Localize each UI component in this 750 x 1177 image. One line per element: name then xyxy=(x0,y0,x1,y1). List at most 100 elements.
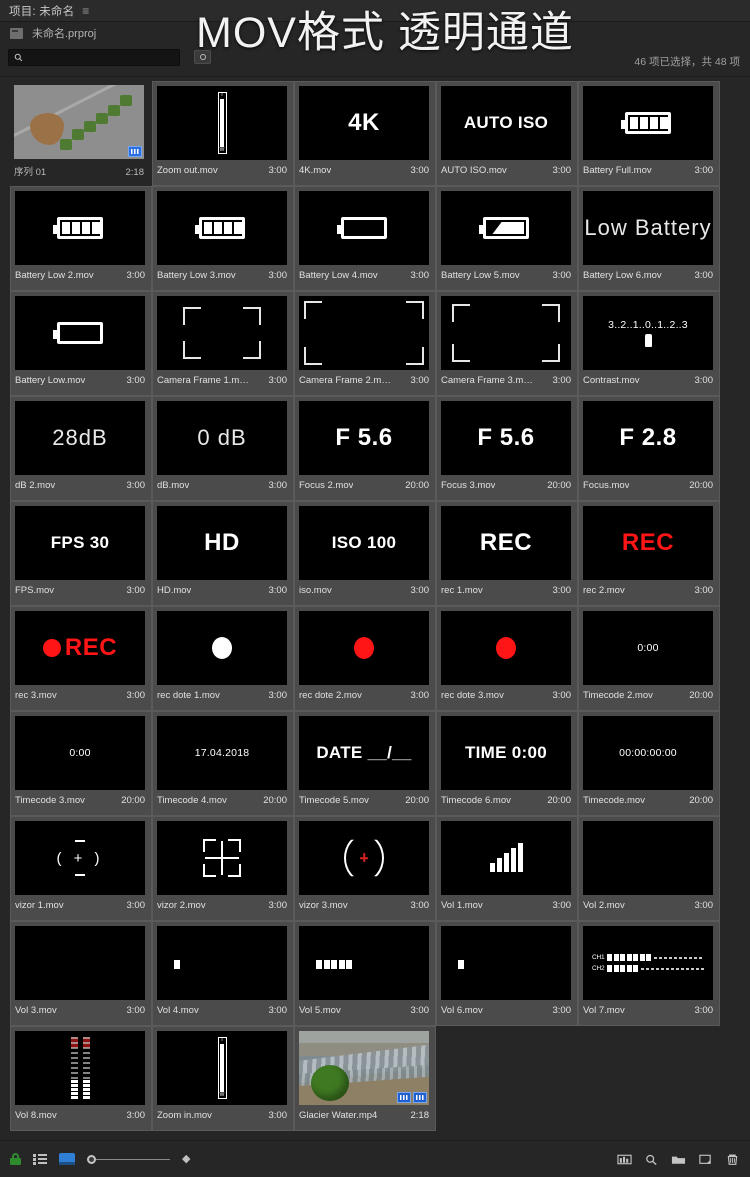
thumbnail-item[interactable]: Vol 5.mov 3:00 xyxy=(294,921,436,1026)
thumbnail-item[interactable]: REC rec 2.mov 3:00 xyxy=(578,501,720,606)
thumbnail-preview[interactable] xyxy=(299,926,429,1000)
thumbnail-item[interactable]: CH1 CH2 Vol 7.mov 3:00 xyxy=(578,921,720,1026)
thumbnail-preview[interactable]: 00:00:00:00 xyxy=(583,716,713,790)
thumbnail-item[interactable]: Glacier Water.mp4 2:18 xyxy=(294,1026,436,1131)
thumbnail-preview[interactable] xyxy=(583,821,713,895)
thumbnail-item[interactable]: 3..2..1..0..1..2..3 Contrast.mov 3:00 xyxy=(578,291,720,396)
thumbnail-item[interactable]: Vol 8.mov 3:00 xyxy=(10,1026,152,1131)
thumbnail-preview[interactable]: FPS 30 xyxy=(15,506,145,580)
thumbnail-preview[interactable]: TW xyxy=(157,1031,287,1105)
zoom-slider-knob[interactable] xyxy=(87,1154,96,1164)
thumbnail-item[interactable]: rec dote 3.mov 3:00 xyxy=(436,606,578,711)
thumbnail-item[interactable]: HD HD.mov 3:00 xyxy=(152,501,294,606)
thumbnail-item[interactable]: Battery Low 2.mov 3:00 xyxy=(10,186,152,291)
thumbnail-preview[interactable]: HD xyxy=(157,506,287,580)
thumbnail-item[interactable]: Battery Low.mov 3:00 xyxy=(10,291,152,396)
thumbnail-preview[interactable] xyxy=(157,821,287,895)
thumbnail-preview[interactable] xyxy=(157,926,287,1000)
thumbnail-item[interactable]: Vol 1.mov 3:00 xyxy=(436,816,578,921)
thumbnail-preview[interactable]: TIME 0:00 xyxy=(441,716,571,790)
thumbnail-preview[interactable]: 17.04.2018 xyxy=(157,716,287,790)
thumbnail-preview[interactable] xyxy=(583,86,713,160)
thumbnail-preview[interactable] xyxy=(441,611,571,685)
thumbnail-preview[interactable]: F 5.6 xyxy=(441,401,571,475)
thumbnail-item[interactable]: ( + ) vizor 1.mov 3:00 xyxy=(10,816,152,921)
search-input[interactable] xyxy=(8,48,180,66)
thumbnail-preview[interactable]: REC xyxy=(441,506,571,580)
thumbnail-preview[interactable] xyxy=(157,611,287,685)
zoom-slider[interactable] xyxy=(87,1154,170,1164)
thumbnail-item[interactable]: rec dote 2.mov 3:00 xyxy=(294,606,436,711)
thumbnail-item[interactable]: TW Zoom in.mov 3:00 xyxy=(152,1026,294,1131)
thumbnail-item[interactable]: vizor 2.mov 3:00 xyxy=(152,816,294,921)
thumbnail-item[interactable]: Camera Frame 3.mov 3:00 xyxy=(436,291,578,396)
thumbnail-item[interactable]: 0:00 Timecode 3.mov 20:00 xyxy=(10,711,152,816)
thumbnail-preview[interactable] xyxy=(157,296,287,370)
thumbnail-preview[interactable]: TW xyxy=(157,86,287,160)
thumbnail-item[interactable]: DATE __/__ Timecode 5.mov 20:00 xyxy=(294,711,436,816)
thumbnail-item[interactable]: Vol 6.mov 3:00 xyxy=(436,921,578,1026)
thumbnail-preview[interactable] xyxy=(299,821,429,895)
thumbnail-preview[interactable]: CH1 CH2 xyxy=(583,926,713,1000)
thumbnail-item[interactable]: 4K 4K.mov 3:00 xyxy=(294,81,436,186)
zoom-slider-rail[interactable] xyxy=(96,1158,170,1160)
thumbnail-item[interactable]: Vol 2.mov 3:00 xyxy=(578,816,720,921)
thumbnail-item[interactable]: 0 dB dB.mov 3:00 xyxy=(152,396,294,501)
thumbnail-preview[interactable] xyxy=(441,296,571,370)
new-item-icon[interactable] xyxy=(698,1153,713,1166)
thumbnail-item[interactable]: F 5.6 Focus 3.mov 20:00 xyxy=(436,396,578,501)
thumbnail-preview[interactable]: ISO 100 xyxy=(299,506,429,580)
thumbnail-item[interactable]: Battery Low 5.mov 3:00 xyxy=(436,186,578,291)
thumbnail-item[interactable]: FPS 30 FPS.mov 3:00 xyxy=(10,501,152,606)
thumbnail-item[interactable]: 0:00 Timecode 2.mov 20:00 xyxy=(578,606,720,711)
thumbnail-preview[interactable] xyxy=(157,191,287,265)
thumbnail-preview[interactable]: REC xyxy=(583,506,713,580)
thumbnail-grid-scroll[interactable]: 序列 01 2:18 TW Zoom out.mov 3:00 4K 4K.mo… xyxy=(0,76,750,1140)
thumbnail-preview[interactable]: AUTO ISO xyxy=(441,86,571,160)
thumbnail-preview[interactable]: ( + ) xyxy=(15,821,145,895)
thumbnail-item[interactable]: Battery Low 4.mov 3:00 xyxy=(294,186,436,291)
thumbnail-preview[interactable]: 0:00 xyxy=(15,716,145,790)
thumbnail-item[interactable]: TIME 0:00 Timecode 6.mov 20:00 xyxy=(436,711,578,816)
panel-menu-icon[interactable]: ≡ xyxy=(82,5,89,17)
thumbnail-preview[interactable]: F 5.6 xyxy=(299,401,429,475)
thumbnail-item[interactable]: REC rec 1.mov 3:00 xyxy=(436,501,578,606)
thumbnail-item[interactable]: rec dote 1.mov 3:00 xyxy=(152,606,294,711)
thumbnail-item[interactable]: 17.04.2018 Timecode 4.mov 20:00 xyxy=(152,711,294,816)
thumbnail-item[interactable]: REC rec 3.mov 3:00 xyxy=(10,606,152,711)
thumbnail-item[interactable]: AUTO ISO AUTO ISO.mov 3:00 xyxy=(436,81,578,186)
thumbnail-preview[interactable]: 28dB xyxy=(15,401,145,475)
thumbnail-preview[interactable] xyxy=(15,1031,145,1105)
list-view-icon[interactable] xyxy=(33,1153,47,1165)
thumbnail-preview[interactable] xyxy=(15,191,145,265)
thumbnail-preview[interactable] xyxy=(15,296,145,370)
thumbnail-preview[interactable] xyxy=(299,191,429,265)
thumbnail-preview[interactable] xyxy=(15,926,145,1000)
thumbnail-preview[interactable]: 0 dB xyxy=(157,401,287,475)
thumbnail-preview[interactable] xyxy=(441,821,571,895)
freeform-view-icon[interactable] xyxy=(617,1153,632,1166)
thumbnail-preview[interactable] xyxy=(441,926,571,1000)
sort-icon[interactable]: ◆ xyxy=(182,1153,190,1165)
thumbnail-preview[interactable] xyxy=(299,1031,429,1105)
thumbnail-item[interactable]: Vol 3.mov 3:00 xyxy=(10,921,152,1026)
lock-icon[interactable] xyxy=(10,1153,21,1165)
thumbnail-item[interactable]: Low Battery Battery Low 6.mov 3:00 xyxy=(578,186,720,291)
thumbnail-preview[interactable]: F 2.8 xyxy=(583,401,713,475)
thumbnail-preview[interactable] xyxy=(441,191,571,265)
thumbnail-preview[interactable]: DATE __/__ xyxy=(299,716,429,790)
thumbnail-item[interactable]: F 2.8 Focus.mov 20:00 xyxy=(578,396,720,501)
thumbnail-item[interactable]: 28dB dB 2.mov 3:00 xyxy=(10,396,152,501)
thumbnail-preview[interactable] xyxy=(299,611,429,685)
thumbnail-item[interactable]: Camera Frame 1.mov 3:00 xyxy=(152,291,294,396)
thumbnail-item[interactable]: TW Zoom out.mov 3:00 xyxy=(152,81,294,186)
thumbnail-item[interactable]: 序列 01 2:18 xyxy=(10,81,152,186)
thumbnail-preview[interactable]: Low Battery xyxy=(583,191,713,265)
thumbnail-preview[interactable]: 4K xyxy=(299,86,429,160)
thumbnail-preview[interactable]: 3..2..1..0..1..2..3 xyxy=(583,296,713,370)
thumbnail-item[interactable]: 00:00:00:00 Timecode.mov 20:00 xyxy=(578,711,720,816)
thumbnail-preview[interactable]: 0:00 xyxy=(583,611,713,685)
thumbnail-preview[interactable] xyxy=(14,85,144,159)
thumbnail-item[interactable]: F 5.6 Focus 2.mov 20:00 xyxy=(294,396,436,501)
thumbnail-preview[interactable] xyxy=(299,296,429,370)
